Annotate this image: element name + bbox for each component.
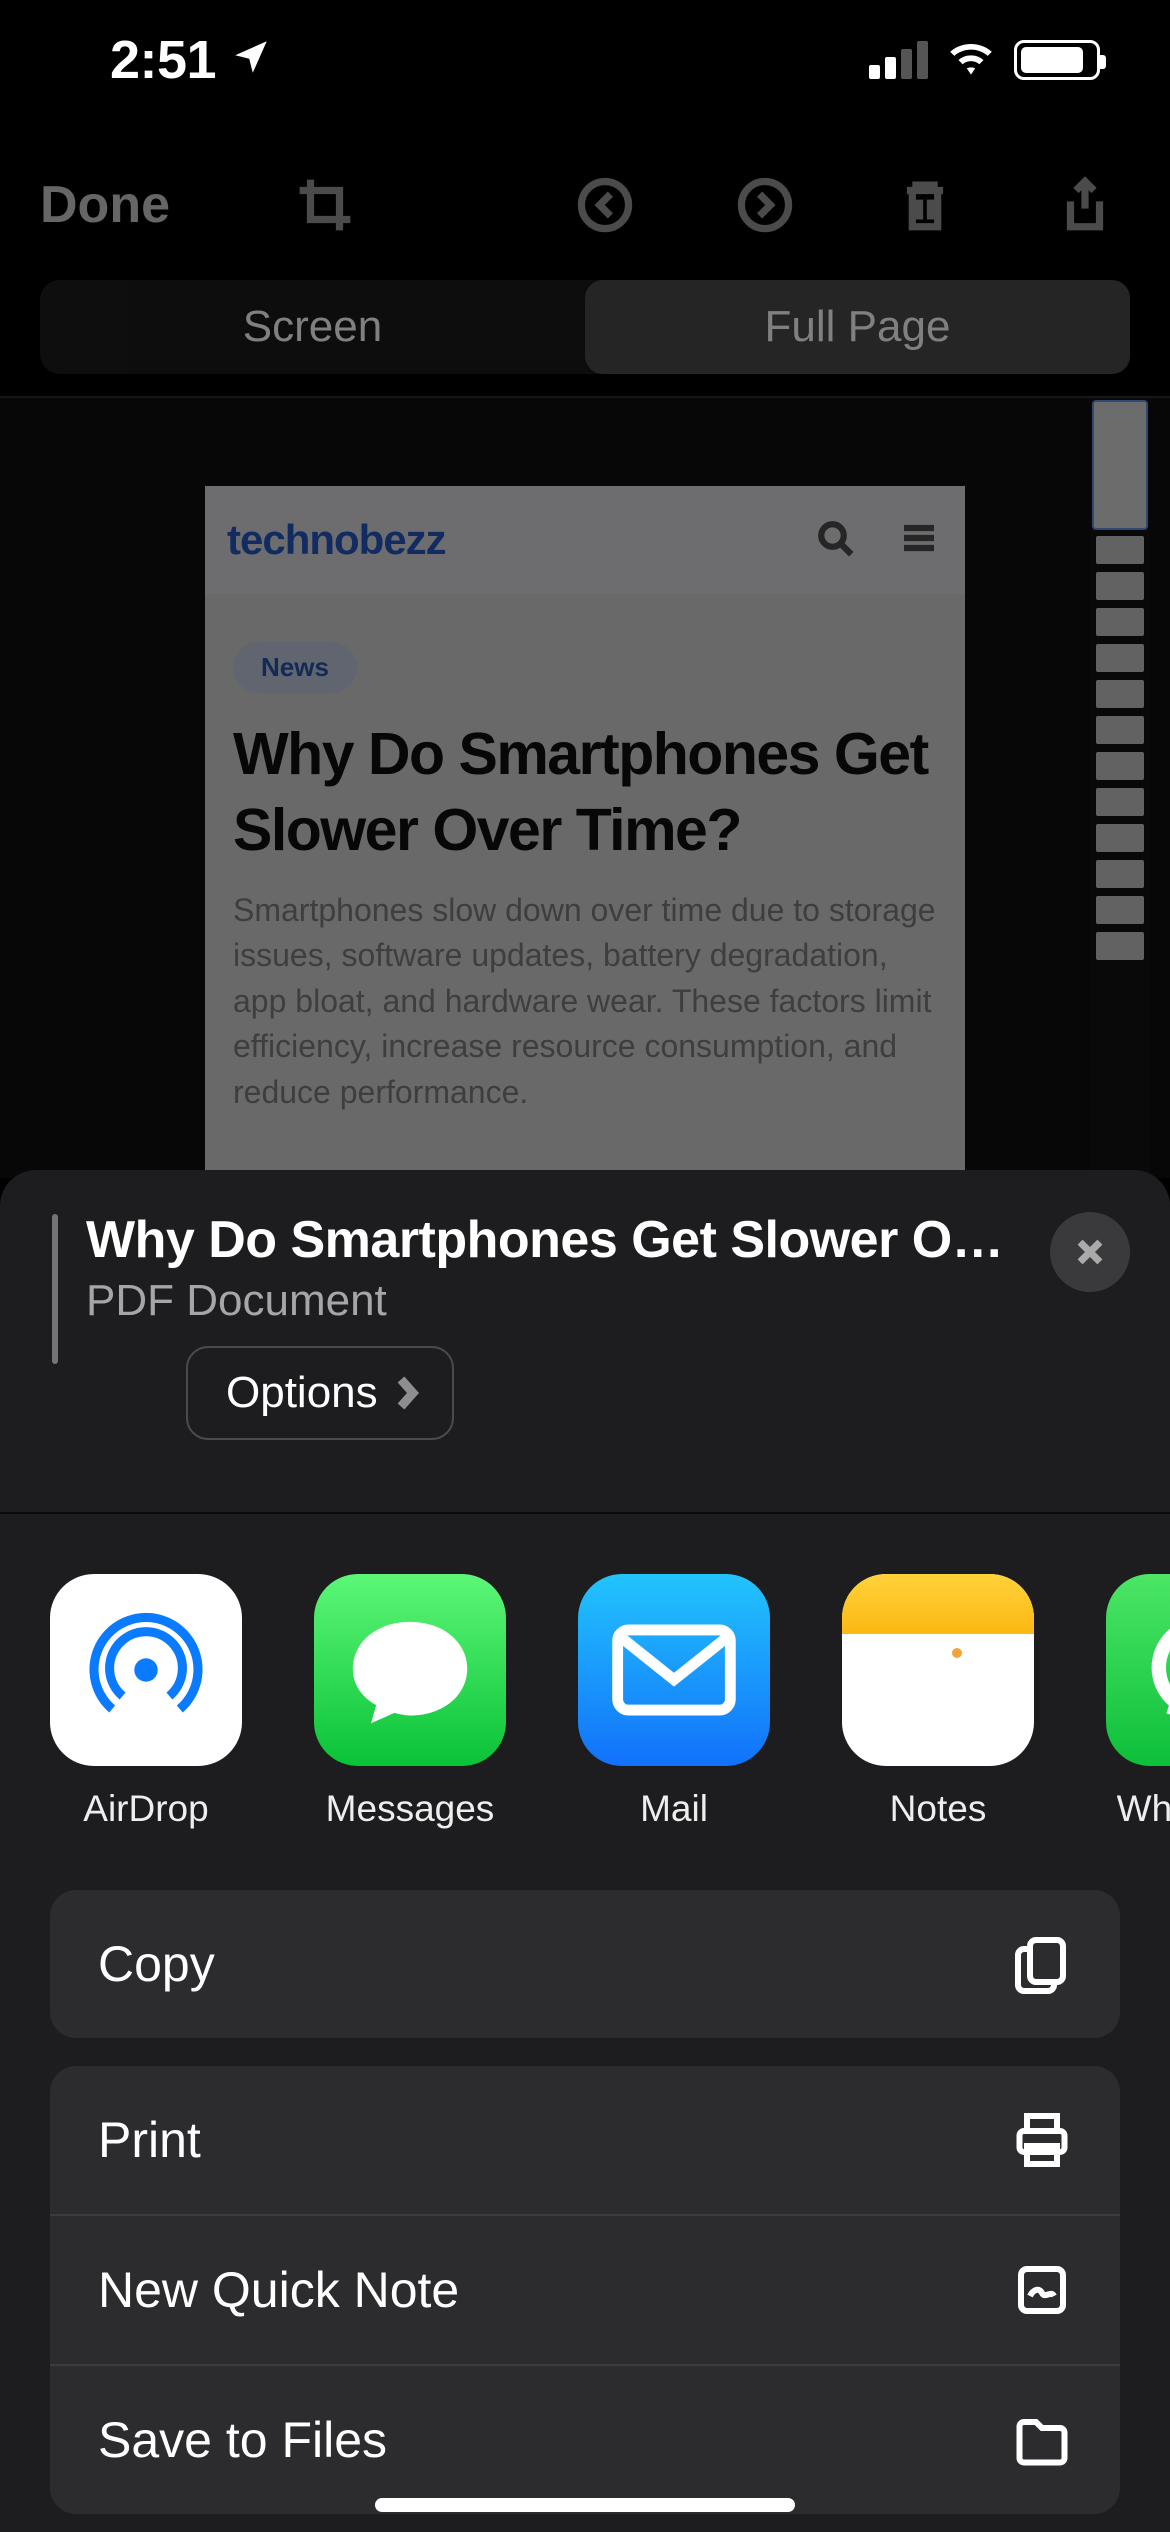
app-label: Mail [640, 1788, 708, 1830]
app-label: AirDrop [83, 1788, 208, 1830]
share-icon[interactable] [1050, 170, 1120, 240]
share-header: Why Do Smartphones Get Slower Ove… PDF D… [0, 1170, 1170, 1512]
done-button[interactable]: Done [40, 175, 170, 235]
action-label: Copy [98, 1935, 215, 1993]
action-save-to-files[interactable]: Save to Files [50, 2364, 1120, 2514]
home-indicator[interactable] [375, 2498, 795, 2512]
undo-icon[interactable] [570, 170, 640, 240]
article-category-badge: News [233, 642, 357, 693]
article-page-preview: technobezz News Why Do Smartphones Get S… [205, 486, 965, 1186]
wifi-icon [946, 38, 996, 83]
airdrop-icon [50, 1574, 242, 1766]
whatsapp-icon [1106, 1574, 1170, 1766]
share-actions: Copy Print New Quick Note Save to Files [0, 1880, 1170, 2514]
share-app-whatsapp[interactable]: WhatsApp [1106, 1574, 1170, 1830]
action-label: New Quick Note [98, 2261, 459, 2319]
copy-icon [1012, 1934, 1072, 1994]
share-app-mail[interactable]: Mail [578, 1574, 770, 1830]
action-label: Save to Files [98, 2411, 387, 2469]
status-right [869, 38, 1100, 83]
action-new-quick-note[interactable]: New Quick Note [50, 2214, 1120, 2364]
app-label: Messages [326, 1788, 495, 1830]
action-print[interactable]: Print [50, 2066, 1120, 2214]
document-thumbnail [52, 1214, 58, 1364]
chevron-right-icon [394, 1375, 420, 1411]
folder-icon [1012, 2410, 1072, 2470]
action-group-copy: Copy [50, 1890, 1120, 2038]
cellular-signal-icon [869, 41, 928, 79]
options-button[interactable]: Options [186, 1346, 454, 1440]
status-left: 2:51 [110, 29, 272, 91]
hamburger-icon [899, 518, 939, 563]
notes-icon [842, 1574, 1034, 1766]
share-app-airdrop[interactable]: AirDrop [50, 1574, 242, 1830]
action-copy[interactable]: Copy [50, 1890, 1120, 2038]
status-bar: 2:51 [0, 0, 1170, 120]
screenshot-edit-toolbar: Done [0, 150, 1170, 260]
close-button[interactable] [1050, 1212, 1130, 1292]
page-preview-area: technobezz News Why Do Smartphones Get S… [0, 398, 1170, 1178]
messages-icon [314, 1574, 506, 1766]
share-app-notes[interactable]: Notes [842, 1574, 1034, 1830]
action-label: Print [98, 2111, 201, 2169]
quick-note-icon [1012, 2260, 1072, 2320]
app-label: Notes [890, 1788, 987, 1830]
crop-icon[interactable] [290, 170, 360, 240]
close-icon [1073, 1235, 1107, 1269]
article-subhead: Smartphones slow down over time due to s… [233, 888, 937, 1115]
share-app-messages[interactable]: Messages [314, 1574, 506, 1830]
status-time: 2:51 [110, 29, 216, 91]
tab-full-page[interactable]: Full Page [585, 280, 1130, 374]
tab-screen[interactable]: Screen [40, 280, 585, 374]
site-brand: technobezz [227, 516, 446, 564]
page-scroll-minimap[interactable] [1090, 398, 1150, 1178]
share-divider [0, 1512, 1170, 1514]
print-icon [1012, 2110, 1072, 2170]
capture-mode-segmented[interactable]: Screen Full Page [40, 280, 1130, 374]
battery-icon [1014, 40, 1100, 80]
share-apps-row[interactable]: AirDrop Messages Mail Notes [0, 1514, 1170, 1880]
share-title: Why Do Smartphones Get Slower Ove… [86, 1210, 1022, 1270]
article-headline: Why Do Smartphones Get Slower Over Time? [233, 717, 937, 868]
mail-icon [578, 1574, 770, 1766]
trash-icon[interactable] [890, 170, 960, 240]
options-label: Options [226, 1368, 378, 1418]
article-header: technobezz [205, 486, 965, 594]
app-label: WhatsApp [1117, 1788, 1170, 1830]
redo-icon[interactable] [730, 170, 800, 240]
action-group-main: Print New Quick Note Save to Files [50, 2066, 1120, 2514]
share-sheet: Why Do Smartphones Get Slower Ove… PDF D… [0, 1170, 1170, 2532]
search-icon [815, 518, 855, 563]
share-subtitle: PDF Document [86, 1276, 1022, 1326]
location-icon [230, 29, 272, 91]
